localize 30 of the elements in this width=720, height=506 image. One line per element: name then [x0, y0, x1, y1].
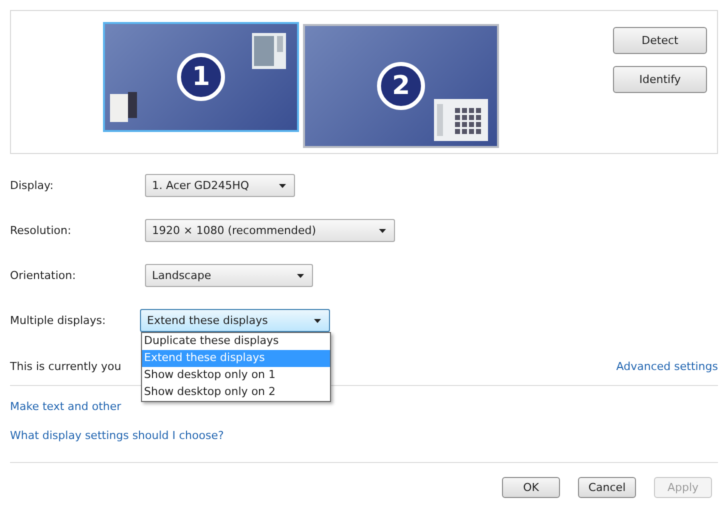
window-thumbnail-icon [433, 98, 489, 142]
monitor-tile[interactable]: 1 [103, 22, 299, 132]
dropdown[interactable]: 1920 × 1080 (recommended) [145, 219, 395, 242]
dropdown[interactable]: Landscape [145, 264, 313, 287]
dropdown-option[interactable]: Duplicate these displays [142, 333, 330, 350]
setting-label: Orientation: [10, 269, 77, 282]
caret-icon [279, 184, 286, 188]
dropdown-option[interactable]: Show desktop only on 2 [142, 384, 330, 401]
preview-button[interactable]: Detect [613, 27, 707, 54]
dropdown-option[interactable]: Show desktop only on 1 [142, 367, 330, 384]
help-link[interactable]: Make text and other [10, 400, 122, 413]
caret-icon [297, 274, 304, 278]
monitor-number: 2 [377, 62, 425, 110]
dropdown[interactable]: Extend these displays [140, 309, 330, 332]
monitor-number: 1 [177, 53, 225, 101]
monitor-tile[interactable]: 2 [303, 24, 499, 148]
window-thumbnail-icon [251, 32, 287, 70]
help-link[interactable]: What display settings should I choose? [10, 429, 224, 442]
caret-icon [314, 318, 321, 322]
dropdown[interactable]: 1. Acer GD245HQ [145, 174, 295, 197]
window-thumbnail-icon [109, 90, 139, 124]
status-text: This is currently you [10, 360, 122, 373]
setting-label: Resolution: [10, 224, 72, 237]
setting-label: Display: [10, 179, 54, 192]
preview-button[interactable]: Identify [613, 66, 707, 93]
setting-label: Multiple displays: [10, 314, 107, 327]
caret-icon [379, 228, 386, 232]
dialog-button[interactable]: OK [502, 477, 560, 498]
dialog-button[interactable]: Cancel [578, 477, 636, 498]
advanced-settings-link[interactable]: Advanced settings [616, 360, 718, 373]
